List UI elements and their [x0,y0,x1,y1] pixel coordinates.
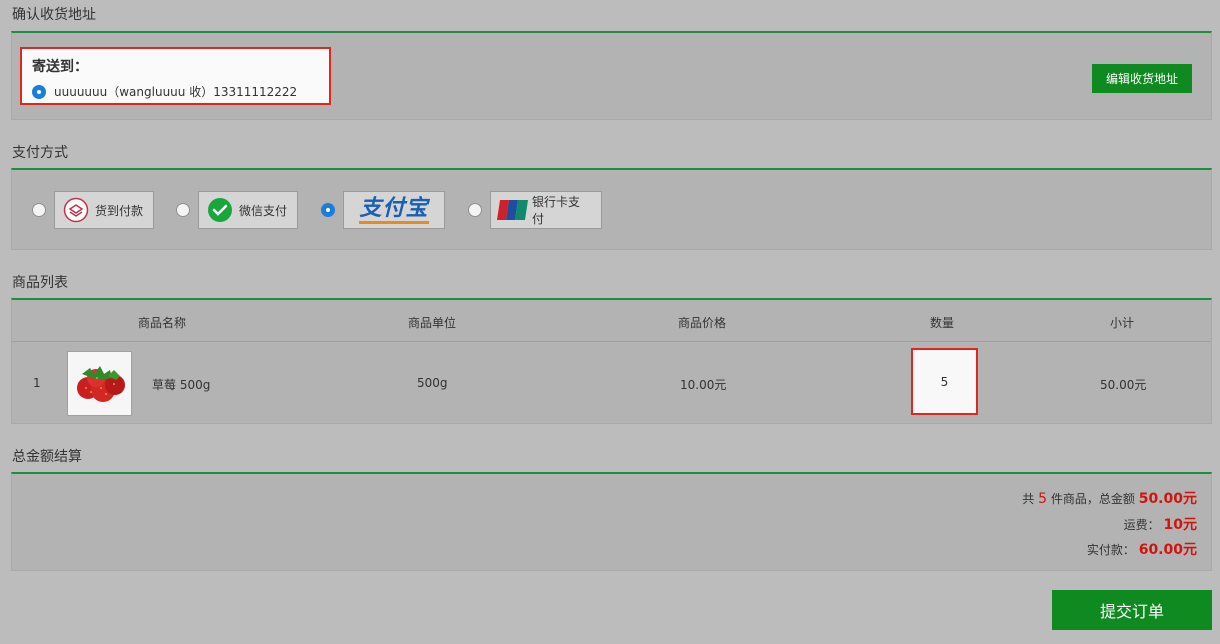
product-price: 10.00元 [680,378,727,392]
wechat-pay-icon [207,197,233,223]
cash-on-delivery-icon [63,197,89,223]
payment-option-unionpay[interactable]: 银行卡支付 [468,191,602,229]
alipay-logo: 支付宝 [359,196,429,224]
submit-order-button[interactable]: 提交订单 [1052,590,1212,630]
payment-card-alipay[interactable]: 支付宝 [343,191,445,229]
selected-address-box[interactable]: 寄送到： uuuuuuu（wangluuuu 收）13311112222 [20,47,331,105]
address-section-title: 确认收货地址 [12,7,96,23]
address-text: uuuuuuu（wangluuuu 收）13311112222 [54,85,298,99]
payment-option-alipay[interactable]: 支付宝 [321,191,445,229]
strawberry-image [67,351,132,416]
goods-section-title: 商品列表 [12,275,68,291]
totals-panel: 共 5 件商品，总金额 50.00元 运费： 10元 实付款： 60.00元 [11,472,1212,571]
item-count-line: 共 5 件商品，总金额 50.00元 [1022,488,1197,508]
payment-radio-wechat[interactable] [176,203,190,217]
header-name: 商品名称 [137,316,187,330]
address-panel: 寄送到： uuuuuuu（wangluuuu 收）13311112222 编辑收… [11,31,1212,120]
product-unit: 500g [417,376,448,390]
product-name[interactable]: 草莓 500g [152,376,210,393]
quantity-input[interactable] [911,348,978,415]
table-header: 商品名称 商品单位 商品价格 数量 小计 [12,300,1211,342]
paid-amount: 60.00元 [1138,542,1197,558]
paid-line: 实付款： 60.00元 [1087,539,1197,559]
header-subtotal: 小计 [1109,316,1135,330]
address-radio[interactable] [32,85,46,99]
payment-option-cod[interactable]: 货到付款 [32,191,154,229]
count-suffix: 件商品，总金额 [1050,492,1135,506]
shipping-amount: 10元 [1163,517,1197,533]
payment-radio-alipay[interactable] [321,203,335,217]
ship-to-label: 寄送到： [32,59,88,75]
payment-section-title: 支付方式 [12,145,68,161]
edit-address-button[interactable]: 编辑收货地址 [1092,64,1192,93]
row-index: 1 [33,376,41,390]
payment-label-wechat: 微信支付 [239,203,288,218]
totals-section-title: 总金额结算 [12,449,82,465]
payment-radio-unionpay[interactable] [468,203,482,217]
header-unit: 商品单位 [407,316,457,330]
payment-panel: 货到付款 微信支付 支付宝 银行卡支付 [11,168,1212,250]
header-quantity: 数量 [929,316,955,330]
payment-card-cod[interactable]: 货到付款 [54,191,154,229]
header-price: 商品价格 [677,316,727,330]
payment-label-unionpay: 银行卡支付 [532,195,581,226]
payment-option-wechat[interactable]: 微信支付 [176,191,298,229]
shipping-label: 运费： [1123,518,1160,532]
unionpay-icon [497,199,529,221]
product-subtotal: 50.00元 [1100,378,1147,392]
item-count: 5 [1038,491,1048,507]
goods-table: 商品名称 商品单位 商品价格 数量 小计 1 草莓 500g 500g 10.0… [11,298,1212,424]
payment-card-wechat[interactable]: 微信支付 [198,191,298,229]
paid-label: 实付款： [1086,543,1135,557]
count-prefix: 共 [1022,492,1035,506]
payment-label-cod: 货到付款 [95,203,144,218]
payment-card-unionpay[interactable]: 银行卡支付 [490,191,602,229]
total-amount: 50.00元 [1138,491,1197,507]
shipping-line: 运费： 10元 [1124,514,1197,534]
table-row: 1 草莓 500g 500g 10.00元 50.00元 [12,343,1211,423]
payment-radio-cod[interactable] [32,203,46,217]
